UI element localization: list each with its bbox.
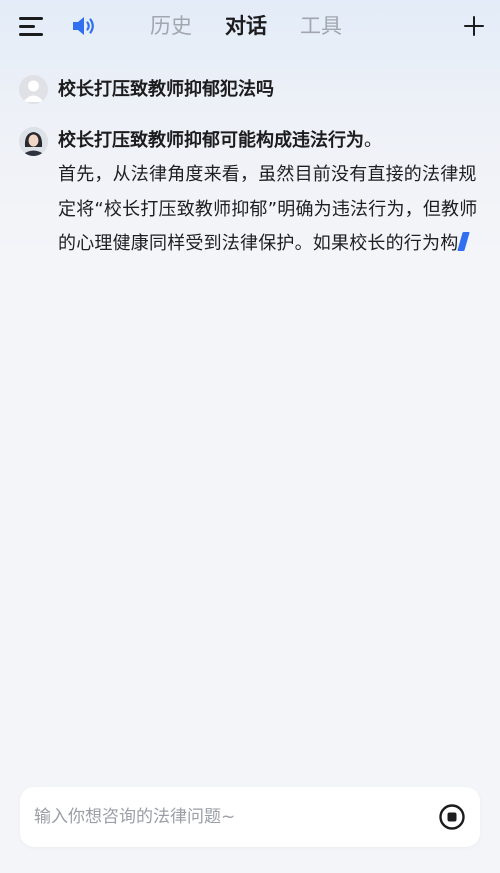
user-message-text: 校长打压致教师抑郁犯法吗 [58, 79, 274, 100]
assistant-lead-text: 校长打压致教师抑郁可能构成违法行为 [58, 130, 364, 151]
tab-history[interactable]: 历史 [150, 10, 192, 44]
assistant-avatar [19, 127, 48, 156]
typing-cursor [457, 232, 471, 251]
assistant-lead: 校长打压致教师抑郁可能构成违法行为。 [58, 127, 382, 155]
user-avatar-icon [23, 80, 44, 102]
tab-tools[interactable]: 工具 [300, 10, 342, 44]
app-root: 历史 对话 工具 校长打压致教师抑郁犯法吗 校长打压致教师抑郁可能构成违法行为。 [0, 0, 500, 873]
assistant-avatar-icon [19, 127, 48, 156]
stop-circle-icon[interactable] [438, 803, 466, 831]
menu-icon[interactable] [19, 15, 43, 37]
user-message: 校长打压致教师抑郁犯法吗 [19, 75, 479, 107]
top-bar: 历史 对话 工具 [0, 0, 500, 54]
speaker-icon[interactable] [70, 13, 98, 39]
user-avatar [19, 75, 48, 104]
assistant-body: 首先，从法律角度来看，虽然目前没有直接的法律规定将“校长打压致教师抑郁”明确为违… [58, 158, 483, 262]
assistant-body-text: 首先，从法律角度来看，虽然目前没有直接的法律规定将“校长打压致教师抑郁”明确为违… [58, 164, 478, 254]
tab-chat[interactable]: 对话 [225, 10, 267, 44]
assistant-lead-punct: 。 [364, 130, 382, 151]
question-input[interactable] [34, 801, 424, 833]
tab-bar: 历史 对话 工具 [150, 10, 375, 44]
composer [20, 787, 480, 847]
plus-icon[interactable] [462, 14, 486, 38]
